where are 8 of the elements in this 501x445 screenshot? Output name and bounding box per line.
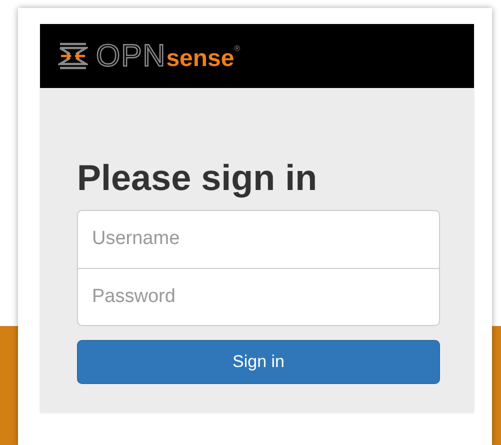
input-field[interactable]: Username <box>77 210 440 268</box>
logo-text: OPN <box>96 38 166 74</box>
logo-emblem-icon <box>58 41 88 71</box>
sign-in-heading: Please sign in <box>77 158 318 198</box>
registered-mark: ® <box>234 44 240 53</box>
sign-in-button[interactable]: Sign in <box>77 340 440 384</box>
logo-text: sense <box>166 45 234 73</box>
input-field[interactable]: Password <box>77 268 440 326</box>
